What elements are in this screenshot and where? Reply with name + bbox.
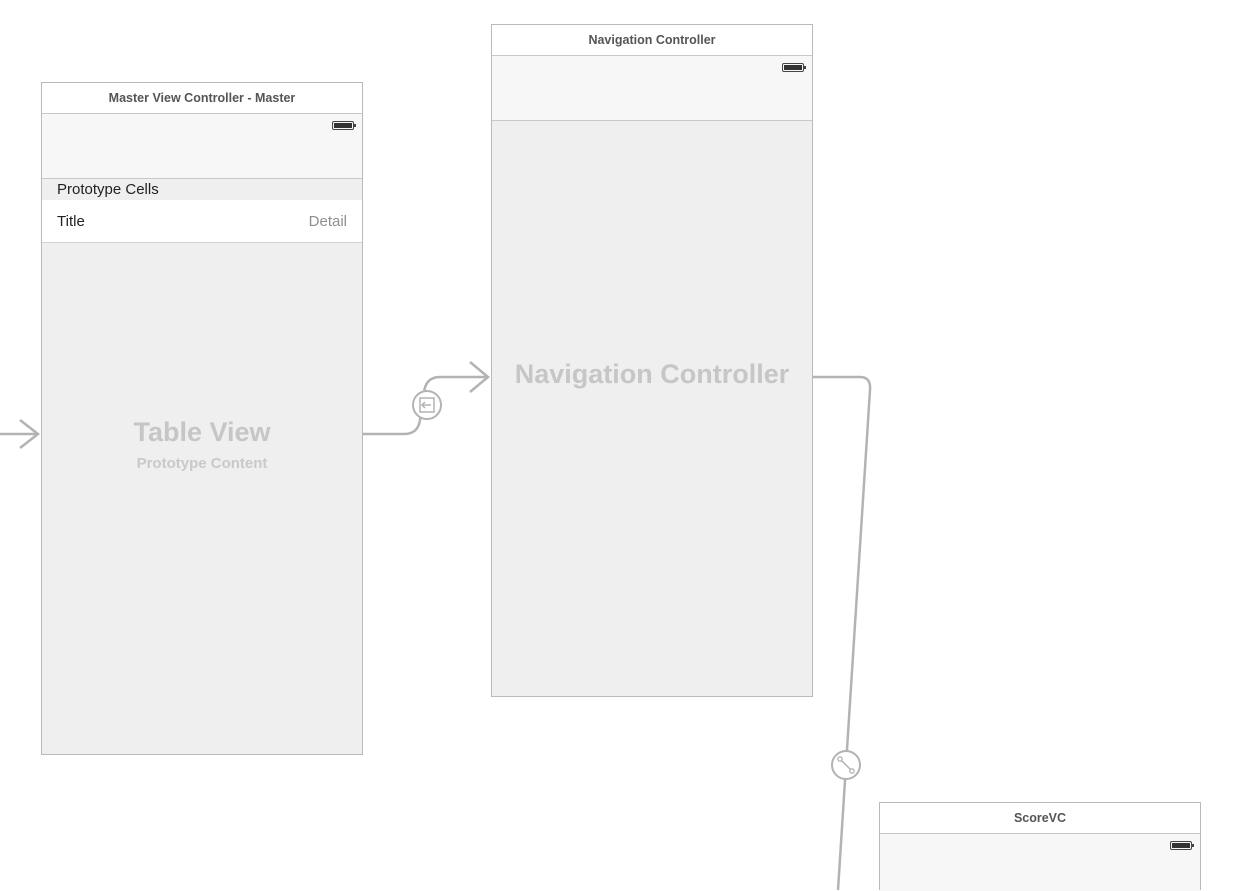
battery-icon bbox=[332, 121, 356, 130]
navigation-controller-placeholder: Navigation Controller bbox=[514, 359, 790, 389]
segue-navigation-to-score[interactable] bbox=[813, 375, 872, 890]
scene-title[interactable]: Master View Controller - Master bbox=[42, 83, 362, 114]
navigation-bar[interactable] bbox=[492, 56, 812, 121]
navigation-bar[interactable] bbox=[880, 834, 1200, 891]
table-view-placeholder: Table View bbox=[133, 417, 271, 447]
scorevc-scene[interactable]: ScoreVC bbox=[879, 802, 1201, 891]
battery-icon bbox=[1170, 841, 1194, 850]
initial-scene-arrow bbox=[0, 419, 41, 449]
master-view-controller-scene[interactable]: Master View Controller - Master Prototyp… bbox=[41, 82, 363, 755]
cell-title-label: Title bbox=[57, 213, 85, 230]
push-segue-icon[interactable] bbox=[412, 390, 442, 420]
battery-icon bbox=[782, 63, 806, 72]
scene-title[interactable]: Navigation Controller bbox=[492, 25, 812, 56]
scene-title[interactable]: ScoreVC bbox=[880, 803, 1200, 834]
section-header: Prototype Cells bbox=[42, 179, 362, 200]
prototype-cell[interactable]: Title Detail bbox=[42, 200, 362, 243]
embed-segue-icon[interactable] bbox=[831, 750, 861, 780]
cell-detail-label: Detail bbox=[308, 213, 347, 230]
navigation-bar[interactable] bbox=[42, 114, 362, 179]
navigation-controller-scene[interactable]: Navigation Controller Navigation Control… bbox=[491, 24, 813, 697]
table-view-subtitle: Prototype Content bbox=[136, 455, 268, 472]
